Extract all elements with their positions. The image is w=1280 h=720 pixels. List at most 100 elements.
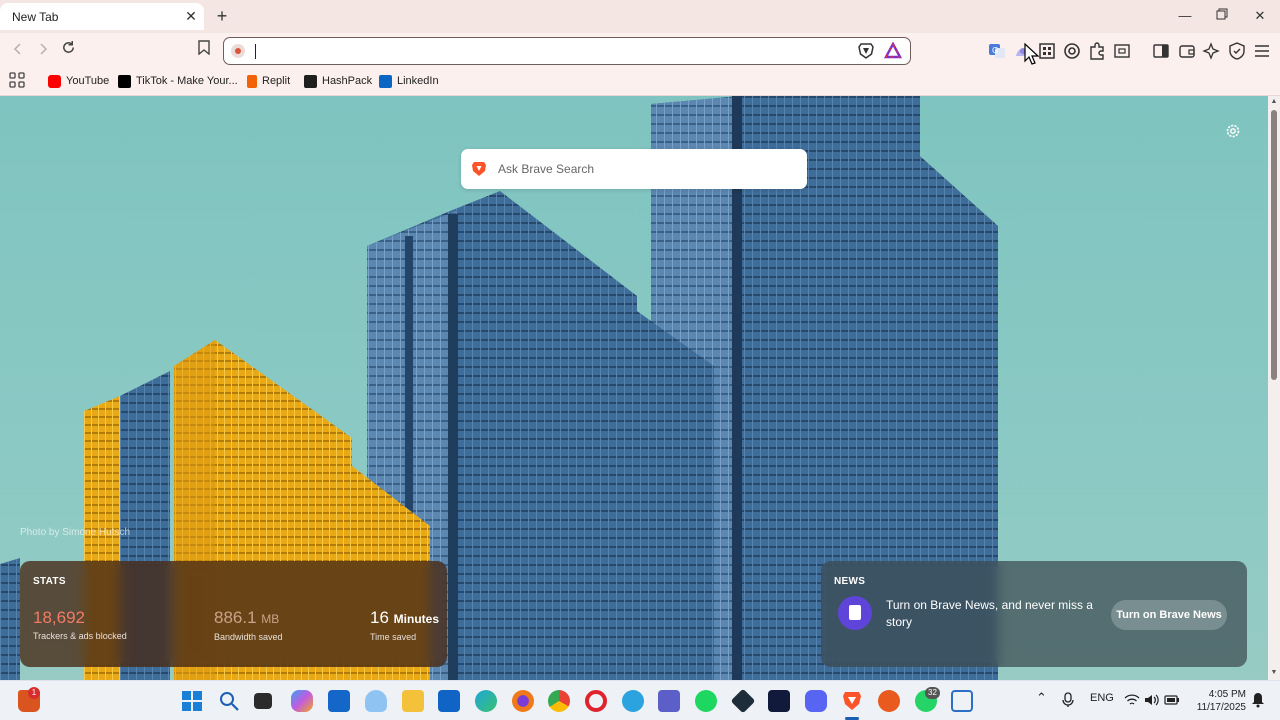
turn-on-news-button[interactable]: Turn on Brave News <box>1111 600 1227 630</box>
scroll-up-icon[interactable]: ▲ <box>1270 98 1278 105</box>
copilot-icon[interactable] <box>291 690 313 712</box>
chrome-icon[interactable] <box>548 690 570 712</box>
restore-icon <box>1216 8 1228 20</box>
bookmark-hashpack[interactable]: HashPack <box>304 71 372 91</box>
task-view-icon[interactable] <box>254 693 272 709</box>
page-scrollbar[interactable]: ▲ ▼ <box>1268 96 1280 680</box>
discord-icon[interactable] <box>805 690 827 712</box>
back-arrow-icon <box>13 43 21 55</box>
edge-icon[interactable] <box>475 690 497 712</box>
firefox-icon[interactable] <box>512 690 534 712</box>
close-tab-icon[interactable]: ✕ <box>182 7 200 25</box>
bandwidth-unit: MB <box>261 612 280 626</box>
opera-icon[interactable] <box>585 690 607 712</box>
forward-button[interactable] <box>31 39 55 63</box>
screenshot-icon[interactable] <box>1112 41 1132 61</box>
notifications-bell-icon[interactable] <box>1251 692 1265 708</box>
outlook-icon[interactable] <box>438 690 460 712</box>
apps-grid-icon[interactable] <box>8 71 26 89</box>
vpn-shield-icon[interactable] <box>1227 41 1247 61</box>
spotify-icon[interactable] <box>695 690 717 712</box>
trackers-value: 18,692 <box>33 608 85 627</box>
code-editor-icon[interactable] <box>768 690 790 712</box>
brave-rewards-icon[interactable] <box>884 42 902 60</box>
leo-sparkle-icon[interactable] <box>1202 41 1222 61</box>
forward-arrow-icon <box>40 43 48 55</box>
brave-search-input[interactable] <box>498 159 788 179</box>
snipping-tool-icon[interactable] <box>951 690 973 712</box>
restore-button[interactable] <box>1208 4 1236 28</box>
reload-button[interactable] <box>56 39 80 63</box>
site-info-icon[interactable] <box>231 44 245 58</box>
tab-title: New Tab <box>12 10 59 24</box>
stats-heading: STATS <box>33 576 66 587</box>
show-hidden-icons[interactable]: ⌃ <box>1036 690 1047 706</box>
bandwidth-value: 886.1 <box>214 608 257 627</box>
extension-circle-icon[interactable] <box>1062 41 1082 61</box>
svg-text:G: G <box>992 46 998 55</box>
stats-widget: STATS 18,692 Trackers & ads blocked 886.… <box>20 561 447 667</box>
news-icon <box>838 596 872 630</box>
text-caret <box>255 44 256 59</box>
stat-trackers: 18,692 Trackers & ads blocked <box>33 608 127 641</box>
time-unit: Minutes <box>393 612 439 626</box>
brave-search-box[interactable] <box>461 149 807 189</box>
qr-code-icon[interactable] <box>1037 41 1057 61</box>
address-bar[interactable] <box>223 37 911 65</box>
gear-icon[interactable] <box>1224 122 1242 140</box>
reload-icon <box>62 40 74 53</box>
whatsapp-badge: 32 <box>925 687 940 699</box>
bandwidth-label: Bandwidth saved <box>214 632 283 642</box>
bookmark-linkedin[interactable]: LinkedIn <box>379 71 439 91</box>
microsoft-store-icon[interactable] <box>328 690 350 712</box>
search-icon[interactable] <box>218 690 240 712</box>
translate-icon[interactable]: G <box>987 41 1007 61</box>
bookmark-label: Replit <box>262 75 291 87</box>
linkedin-icon <box>379 74 392 88</box>
windows-start-icon[interactable] <box>181 690 203 712</box>
stat-time: 16 Minutes Time saved <box>370 608 439 642</box>
menu-icon[interactable] <box>1252 41 1272 61</box>
back-button[interactable] <box>6 39 30 63</box>
wallet-icon[interactable] <box>1177 41 1197 61</box>
brave-taskbar-icon[interactable] <box>841 690 863 712</box>
language-indicator[interactable]: ENG <box>1090 692 1114 704</box>
bookmark-replit[interactable]: Replit <box>247 71 290 91</box>
bookmark-youtube[interactable]: YouTube <box>48 71 109 91</box>
bookmark-button[interactable] <box>192 39 216 63</box>
system-clock[interactable]: 4:05 PM 11/17/2025 <box>1184 688 1246 714</box>
address-input[interactable] <box>260 41 820 61</box>
sidebar-toggle-icon[interactable] <box>1151 41 1171 61</box>
microphone-icon[interactable] <box>1062 692 1074 708</box>
clock-date: 11/17/2025 <box>1196 702 1246 713</box>
new-tab-button[interactable]: + <box>211 5 233 27</box>
scroll-thumb[interactable] <box>1271 110 1277 380</box>
telegram-icon[interactable] <box>622 690 644 712</box>
minimize-button[interactable]: — <box>1171 4 1199 28</box>
bookmark-label: TikTok - Make Your... <box>136 75 238 87</box>
brave-logo-icon <box>472 162 486 176</box>
bookmark-tiktok[interactable]: TikTok - Make Your... <box>118 71 238 91</box>
dev-tool-icon[interactable] <box>730 688 756 714</box>
bookmark-label: LinkedIn <box>397 75 439 87</box>
tab-new-tab[interactable]: New Tab ✕ <box>0 3 204 30</box>
file-explorer-icon[interactable] <box>402 690 424 712</box>
app-orange-icon[interactable] <box>878 690 900 712</box>
notification-badge: 1 <box>28 687 40 699</box>
news-heading: NEWS <box>834 576 866 587</box>
close-window-button[interactable]: ✕ <box>1246 4 1274 28</box>
scroll-down-icon[interactable]: ▼ <box>1270 669 1278 676</box>
bookmark-label: HashPack <box>322 75 373 87</box>
onedrive-icon[interactable] <box>365 690 387 712</box>
windows-taskbar: 1 32 ⌃ ENG 4:05 PM 11/17/2025 <box>0 680 1280 720</box>
trackers-label: Trackers & ads blocked <box>33 631 127 641</box>
battery-icon[interactable] <box>1164 694 1180 706</box>
extensions-puzzle-icon[interactable] <box>1087 41 1107 61</box>
volume-icon[interactable] <box>1144 693 1160 707</box>
photo-credit[interactable]: Photo by Simone Hutsch <box>20 527 130 538</box>
hashpack-icon <box>304 74 317 88</box>
wifi-icon[interactable] <box>1124 693 1140 707</box>
time-label: Time saved <box>370 632 417 642</box>
teams-icon[interactable] <box>658 690 680 712</box>
brave-shields-icon[interactable] <box>857 42 875 60</box>
